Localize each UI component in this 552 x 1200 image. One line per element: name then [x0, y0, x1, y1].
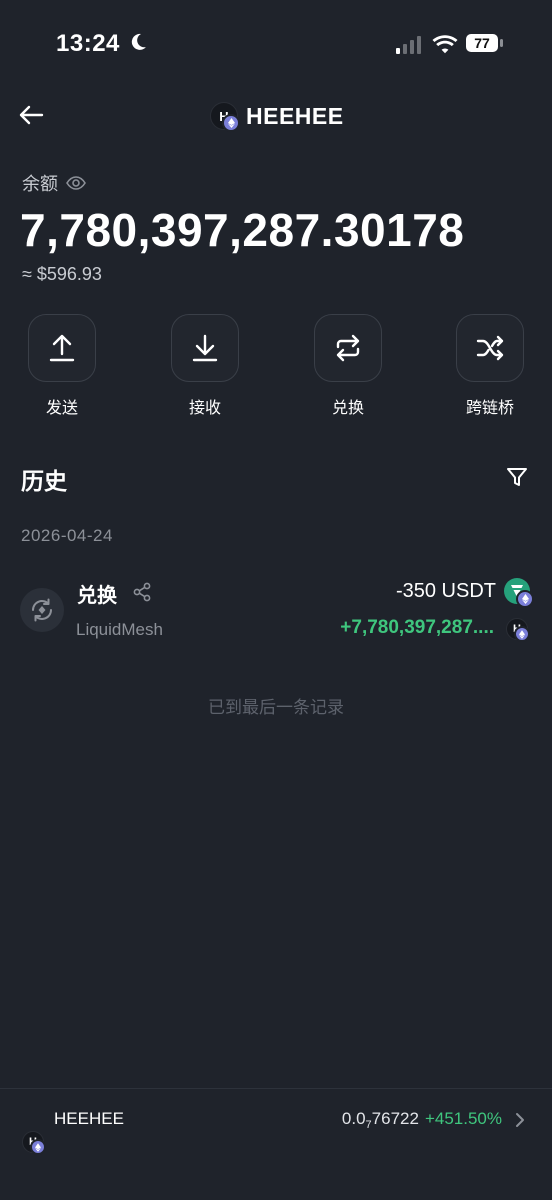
status-time: 13:24: [56, 30, 120, 57]
cellular-signal-icon: [396, 36, 421, 54]
chevron-right-icon[interactable]: [514, 1112, 526, 1128]
download-icon: [192, 334, 218, 362]
swap-action[interactable]: 兑换: [313, 314, 383, 418]
share-icon[interactable]: [132, 582, 152, 602]
price-change: +451.50%: [424, 1109, 502, 1128]
eye-icon[interactable]: [66, 174, 86, 192]
bottom-token-price[interactable]: 0.0776722 +451.50%: [341, 1109, 502, 1131]
balance-label: 余额: [22, 174, 58, 194]
battery-level: 77: [466, 34, 498, 52]
swap-label: 兑换: [331, 400, 364, 417]
swap-button[interactable]: [314, 314, 382, 382]
price-subscript: 7: [365, 1119, 372, 1131]
bridge-button[interactable]: [456, 314, 524, 382]
swap-transaction-icon: [20, 588, 64, 632]
balance-amount: 7,780,397,287.30178: [20, 204, 465, 256]
ethereum-badge-icon: [222, 114, 240, 132]
ethereum-badge-icon: [30, 1139, 46, 1155]
transaction-provider: LiquidMesh: [76, 620, 163, 639]
send-label: 发送: [45, 400, 78, 417]
transaction-received-amount: +7,780,397,287....: [340, 617, 494, 638]
price-prefix: 0.0: [341, 1109, 366, 1128]
back-arrow-icon[interactable]: [18, 102, 44, 128]
heehee-token-icon: H: [22, 1131, 46, 1155]
receive-label: 接收: [188, 400, 221, 417]
history-title: 历史: [21, 468, 67, 494]
upload-icon: [49, 334, 75, 362]
send-button[interactable]: [28, 314, 96, 382]
bottom-divider: [0, 1088, 552, 1089]
heehee-token-icon: H: [210, 102, 240, 132]
battery-indicator: 77: [466, 34, 504, 54]
filter-icon[interactable]: [506, 466, 528, 488]
swap-icon: [336, 334, 360, 362]
send-action[interactable]: 发送: [27, 314, 97, 418]
balance-usd-value: ≈ $596.93: [22, 264, 102, 284]
wifi-icon: [432, 35, 458, 54]
battery-tip: [500, 39, 503, 47]
bridge-action[interactable]: 跨链桥: [455, 314, 525, 418]
price-suffix: 76722: [371, 1109, 419, 1128]
ethereum-badge-icon: [514, 626, 530, 642]
moon-icon: [131, 33, 146, 50]
transaction-type[interactable]: 兑换: [77, 579, 117, 608]
page-title: HEEHEE: [246, 102, 344, 129]
ethereum-badge-icon: [516, 590, 534, 608]
bottom-token-name[interactable]: HEEHEE: [54, 1109, 124, 1129]
shuffle-icon: [476, 335, 504, 361]
end-of-records-note: 已到最后一条记录: [208, 698, 344, 717]
page-header: H HEEHEE: [210, 100, 344, 132]
receive-button[interactable]: [171, 314, 239, 382]
receive-action[interactable]: 接收: [170, 314, 240, 418]
history-date: 2026-04-24: [21, 526, 113, 545]
heehee-token-icon: H: [506, 618, 530, 642]
transaction-sent-amount: -350 USDT: [395, 580, 496, 602]
usdt-token-icon: [504, 578, 534, 608]
bridge-label: 跨链桥: [465, 400, 514, 417]
